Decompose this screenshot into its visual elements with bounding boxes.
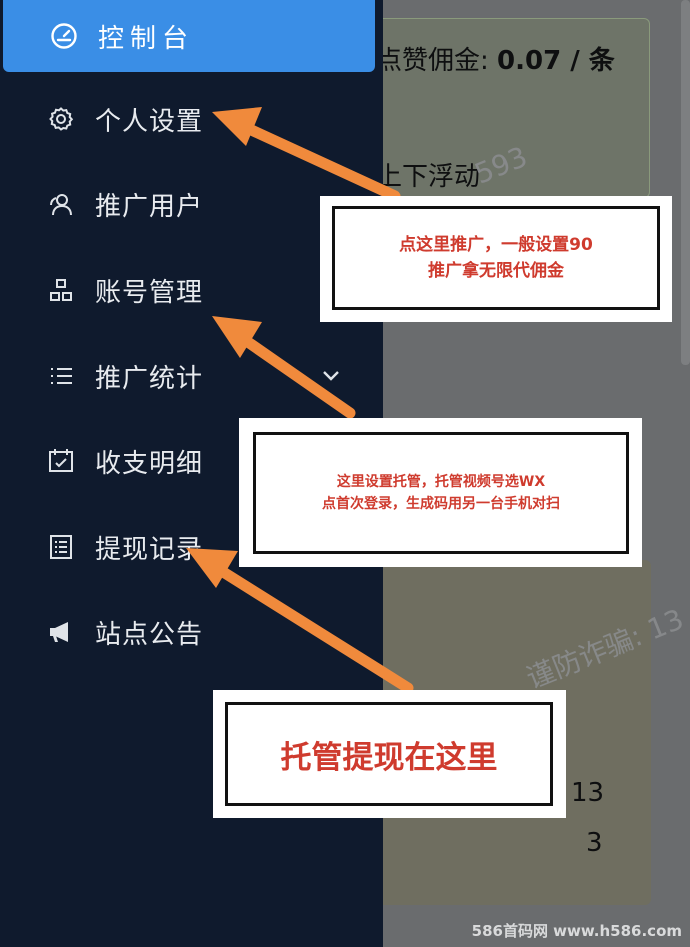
- sidebar-item-dashboard[interactable]: 控制台: [3, 0, 375, 72]
- sidebar-item-site-announcements[interactable]: 站点公告: [0, 602, 383, 662]
- stat-number-2: 3: [586, 828, 603, 858]
- note-line: 推广拿无限代佣金: [428, 261, 564, 281]
- megaphone-icon: [47, 618, 75, 646]
- sidebar-item-label: 站点公告: [95, 619, 204, 650]
- sidebar-item-promotion-stats[interactable]: 推广统计: [0, 346, 383, 406]
- list-icon: [47, 362, 75, 390]
- sidebar-item-label: 个人设置: [95, 106, 204, 137]
- commission-value: 0.07 / 条: [497, 46, 615, 76]
- sidebar-item-label: 推广用户: [95, 191, 204, 222]
- commission-label: 点赞佣金:: [376, 46, 489, 76]
- annotation-note-withdraw: 托管提现在这里: [213, 690, 566, 818]
- float-text: 上下浮动: [376, 162, 481, 192]
- sidebar-item-label: 提现记录: [95, 534, 204, 565]
- chevron-down-icon[interactable]: [320, 365, 342, 387]
- note-line: 托管提现在这里: [280, 739, 498, 776]
- sidebar-item-label: 账号管理: [95, 277, 204, 308]
- stat-number-1: 13: [571, 778, 605, 808]
- note-line: 点这里推广，一般设置90: [399, 235, 593, 255]
- sidebar-item-label: 控制台: [98, 23, 195, 54]
- users-icon: [47, 190, 75, 218]
- annotation-note-hosting: 这里设置托管，托管视频号选WX 点首次登录，生成码用另一台手机对扫: [239, 418, 642, 567]
- sidebar-item-personal-settings[interactable]: 个人设置: [0, 89, 383, 149]
- org-chart-icon: [47, 276, 75, 304]
- document-list-icon: [47, 533, 75, 561]
- note-line: 点首次登录，生成码用另一台手机对扫: [322, 496, 560, 512]
- sidebar-item-label: 推广统计: [95, 363, 204, 394]
- gear-icon: [47, 105, 75, 133]
- calendar-check-icon: [47, 447, 75, 475]
- sidebar-item-label: 收支明细: [95, 448, 204, 479]
- site-footer-watermark: 586首码网 www.h586.com: [471, 922, 682, 940]
- scrollbar[interactable]: [681, 0, 690, 365]
- dashboard-gauge-icon: [50, 22, 78, 50]
- commission-row: 点赞佣金: 0.07 / 条: [376, 40, 615, 77]
- note-line: 这里设置托管，托管视频号选WX: [336, 474, 546, 490]
- annotation-note-promote: 点这里推广，一般设置90 推广拿无限代佣金: [320, 196, 672, 322]
